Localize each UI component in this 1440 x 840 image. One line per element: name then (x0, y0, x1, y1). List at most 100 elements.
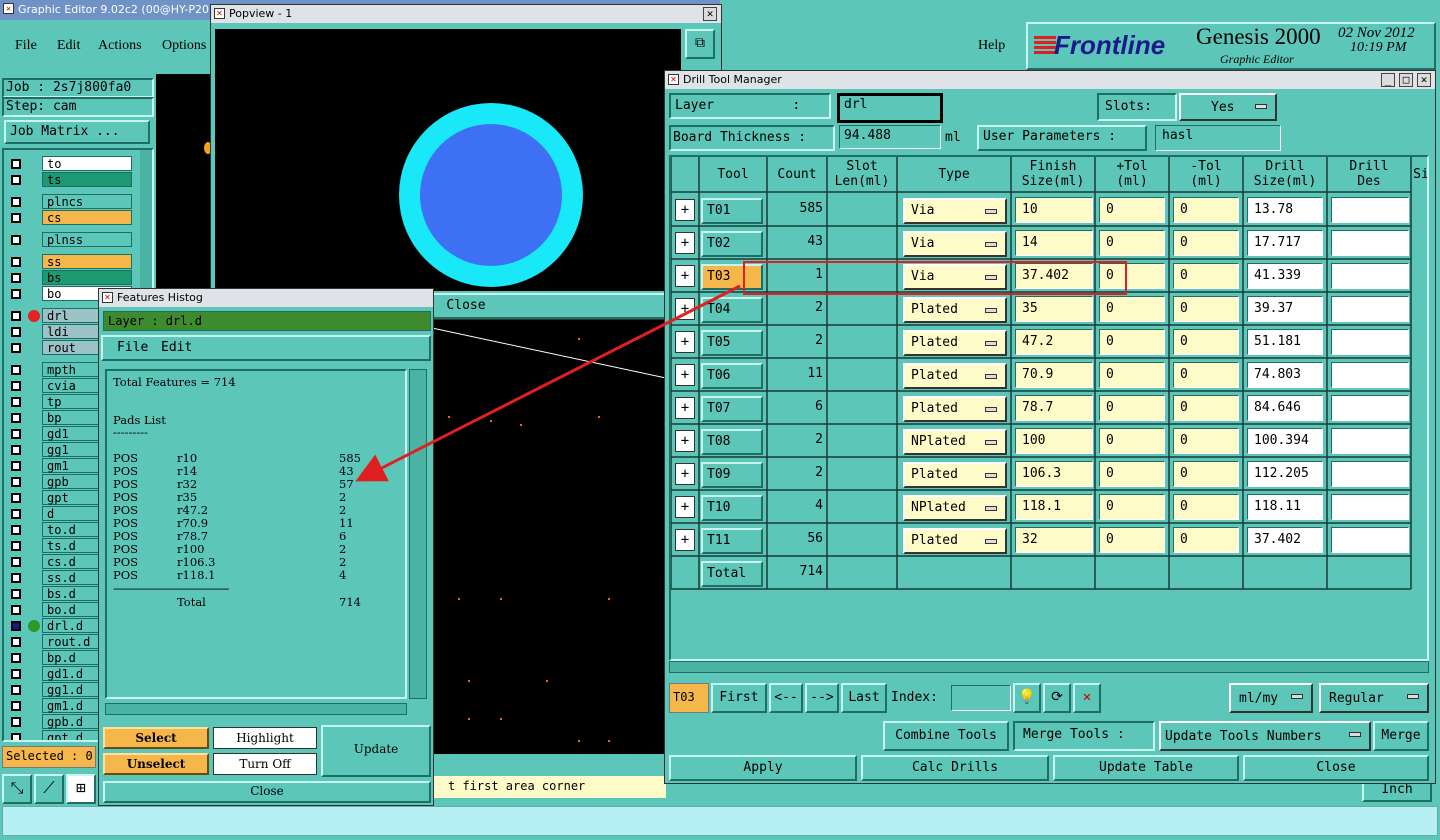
dtm-finish-field[interactable]: 14 (1015, 230, 1093, 256)
layer-checkbox[interactable] (11, 213, 21, 223)
dtm-ptol-field[interactable]: 0 (1099, 362, 1165, 388)
dtm-type-menu[interactable]: Plated (903, 363, 1007, 389)
row-menu-icon[interactable]: + (675, 331, 695, 353)
histogram-menu-edit[interactable]: Edit (161, 340, 192, 355)
dtm-ptol-field[interactable]: 0 (1099, 494, 1165, 520)
layer-checkbox[interactable] (11, 685, 21, 695)
dtm-drill-field[interactable]: 118.11 (1247, 494, 1323, 520)
dtm-type-menu[interactable]: Plated (903, 396, 1007, 422)
dtm-drill-des-field[interactable] (1331, 428, 1409, 454)
dtm-ptol-field[interactable]: 0 (1099, 395, 1165, 421)
dtm-tool-button[interactable]: T08 (701, 429, 763, 455)
dtm-drill-des-field[interactable] (1331, 395, 1409, 421)
dtm-finish-field[interactable]: 10 (1015, 197, 1093, 223)
layer-checkbox[interactable] (11, 429, 21, 439)
layer-checkbox[interactable] (11, 365, 21, 375)
histogram-close-button[interactable]: Close (103, 781, 431, 803)
dtm-user-parameters-field[interactable]: hasl (1155, 125, 1281, 151)
dtm-drill-des-field[interactable] (1331, 494, 1409, 520)
layer-checkbox[interactable] (11, 381, 21, 391)
dtm-mtol-field[interactable]: 0 (1173, 494, 1239, 520)
dtm-ptol-field[interactable]: 0 (1099, 296, 1165, 322)
layer-row[interactable]: to (8, 156, 152, 172)
row-menu-icon[interactable]: + (675, 397, 695, 419)
row-menu-icon[interactable]: + (675, 265, 695, 287)
dtm-tool-button[interactable]: T02 (701, 231, 763, 257)
dtm-drill-des-field[interactable] (1331, 527, 1409, 553)
measure-icon[interactable]: ⟋ (34, 774, 64, 804)
dtm-drill-field[interactable]: 100.394 (1247, 428, 1323, 454)
dtm-drill-field[interactable]: 84.646 (1247, 395, 1323, 421)
dtm-merge-button[interactable]: Merge (1373, 721, 1429, 751)
layer-row[interactable]: plnss (8, 232, 152, 248)
dtm-next-button[interactable]: --> (805, 683, 839, 713)
menu-help[interactable]: Help (978, 38, 1005, 54)
layer-row[interactable]: plncs (8, 194, 152, 210)
dtm-close-button[interactable]: Close (1243, 755, 1429, 781)
dtm-finish-field[interactable]: 78.7 (1015, 395, 1093, 421)
layer-checkbox[interactable] (11, 343, 21, 353)
menu-actions[interactable]: Actions (98, 38, 142, 54)
dtm-tool-button[interactable]: T01 (701, 198, 763, 224)
dtm-hscroll[interactable] (669, 661, 1429, 673)
layer-row[interactable]: cs (8, 210, 152, 226)
layer-checkbox[interactable] (11, 621, 21, 631)
dtm-prev-button[interactable]: <-- (769, 683, 803, 713)
dtm-combine-tools-button[interactable]: Combine Tools (883, 721, 1009, 751)
dtm-drill-field[interactable]: 13.78 (1247, 197, 1323, 223)
layer-checkbox[interactable] (11, 701, 21, 711)
job-matrix-button[interactable]: Job Matrix ... (4, 120, 150, 144)
layer-checkbox[interactable] (11, 397, 21, 407)
dtm-tool-button[interactable]: T11 (701, 528, 763, 554)
dtm-mtol-field[interactable]: 0 (1173, 263, 1239, 289)
dtm-mtol-field[interactable]: 0 (1173, 230, 1239, 256)
dtm-drill-des-field[interactable] (1331, 197, 1409, 223)
dtm-calc-drills-button[interactable]: Calc Drills (861, 755, 1049, 781)
popview-tool-icon[interactable]: ⧉ (685, 29, 715, 59)
dtm-ptol-field[interactable]: 0 (1099, 527, 1165, 553)
row-menu-icon[interactable]: + (675, 364, 695, 386)
row-menu-icon[interactable]: + (675, 232, 695, 254)
dtm-type-menu[interactable]: Plated (903, 462, 1007, 488)
dtm-apply-button[interactable]: Apply (669, 755, 857, 781)
layer-checkbox[interactable] (11, 257, 21, 267)
dtm-type-menu[interactable]: Via (903, 231, 1007, 257)
dtm-index-field[interactable] (951, 685, 1011, 711)
dtm-mtol-field[interactable]: 0 (1173, 527, 1239, 553)
dtm-drill-field[interactable]: 17.717 (1247, 230, 1323, 256)
dtm-slots-menu[interactable]: Yes (1179, 93, 1277, 121)
dtm-mtol-field[interactable]: 0 (1173, 428, 1239, 454)
layer-checkbox[interactable] (11, 273, 21, 283)
layer-checkbox[interactable] (11, 589, 21, 599)
grid-icon[interactable]: ⊞ (66, 774, 96, 804)
dtm-tool-button[interactable]: T04 (701, 297, 763, 323)
dtm-finish-field[interactable]: 47.2 (1015, 329, 1093, 355)
dtm-type-menu[interactable]: Via (903, 198, 1007, 224)
row-menu-icon[interactable]: + (675, 199, 695, 221)
layer-checkbox[interactable] (11, 445, 21, 455)
dtm-type-menu[interactable]: Plated (903, 297, 1007, 323)
dtm-mtol-field[interactable]: 0 (1173, 197, 1239, 223)
dtm-finish-field[interactable]: 70.9 (1015, 362, 1093, 388)
menu-edit[interactable]: Edit (57, 38, 80, 54)
layer-checkbox[interactable] (11, 573, 21, 583)
dtm-drill-des-field[interactable] (1331, 329, 1409, 355)
dtm-last-button[interactable]: Last (841, 683, 887, 713)
layer-checkbox[interactable] (11, 605, 21, 615)
layer-checkbox[interactable] (11, 197, 21, 207)
layer-checkbox[interactable] (11, 413, 21, 423)
layer-checkbox[interactable] (11, 327, 21, 337)
layer-row[interactable]: bs (8, 270, 152, 286)
layer-checkbox[interactable] (11, 653, 21, 663)
dtm-drill-field[interactable]: 51.181 (1247, 329, 1323, 355)
dtm-type-menu[interactable]: Plated (903, 330, 1007, 356)
dtm-mtol-field[interactable]: 0 (1173, 296, 1239, 322)
dtm-first-button[interactable]: First (711, 683, 767, 713)
menu-file[interactable]: File (15, 38, 37, 54)
row-menu-icon[interactable]: + (675, 529, 695, 551)
dtm-thickness-field[interactable]: 94.488 (839, 125, 941, 149)
layer-checkbox[interactable] (11, 461, 21, 471)
dtm-units-menu[interactable]: ml/my (1229, 683, 1313, 713)
histogram-vscroll[interactable] (409, 369, 427, 699)
row-menu-icon[interactable]: + (675, 430, 695, 452)
